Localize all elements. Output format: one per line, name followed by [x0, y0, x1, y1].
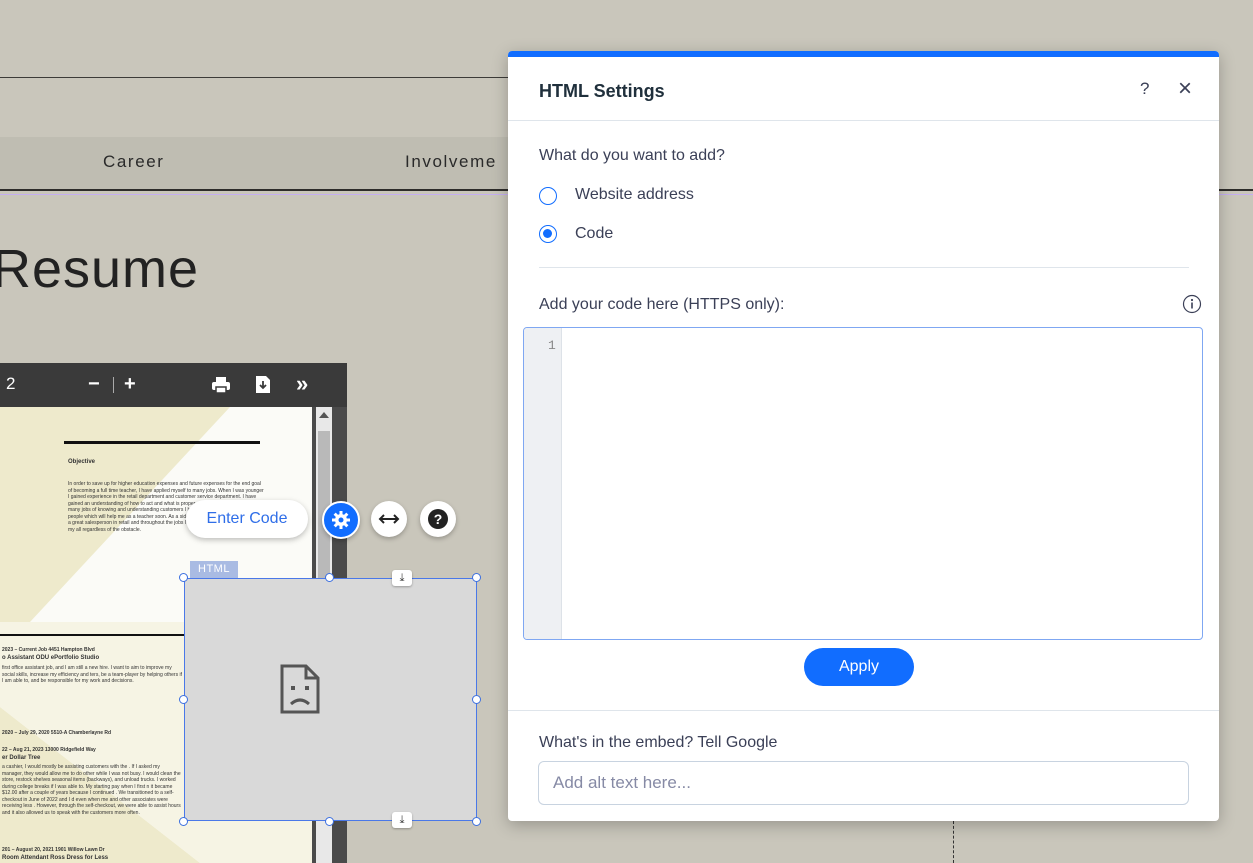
- resize-handle-left[interactable]: [179, 695, 188, 704]
- job-title: Room Attendant Ross Dress for Less: [2, 855, 109, 861]
- html-embed-element[interactable]: [184, 578, 477, 821]
- help-icon[interactable]: ?: [1140, 79, 1149, 99]
- job-text: a cashier, I would mostly be assisting c…: [2, 764, 181, 816]
- enter-code-button[interactable]: Enter Code: [186, 500, 308, 538]
- job-dates: 201 – August 20, 2021 1901 Willow Lawn D…: [2, 847, 105, 853]
- resize-handle-bottom-left[interactable]: [179, 817, 188, 826]
- apply-button[interactable]: Apply: [804, 648, 914, 686]
- job-dates: 22 – Aug 21, 2023 13000 Ridgefield Way: [2, 747, 96, 753]
- page-title: Resume: [0, 239, 200, 299]
- stretch-button[interactable]: [371, 501, 407, 537]
- pdf-toolbar: 2 − + »: [0, 363, 347, 407]
- add-type-question: What do you want to add?: [539, 147, 725, 164]
- print-icon[interactable]: [211, 376, 231, 399]
- page-number: 2: [6, 374, 16, 393]
- download-icon[interactable]: [255, 375, 271, 399]
- header-divider: [0, 77, 508, 78]
- job-dates: 2023 – Current Job 4451 Hampton Blvd: [2, 647, 95, 653]
- close-icon[interactable]: ×: [1178, 75, 1192, 103]
- help-button[interactable]: ?: [420, 501, 456, 537]
- alt-text-input[interactable]: [538, 761, 1189, 805]
- alt-text-label: What's in the embed? Tell Google: [539, 734, 778, 751]
- resize-handle-bottom-right[interactable]: [472, 817, 481, 826]
- line-number: 1: [548, 338, 556, 353]
- job-dates: 2020 – July 29, 2020 5510-A Chamberlayne…: [2, 730, 112, 736]
- resize-handle-top-right[interactable]: [472, 573, 481, 582]
- horizontal-arrows-icon: [378, 514, 400, 524]
- svg-text:?: ?: [434, 511, 443, 527]
- header-divider: [508, 120, 1219, 121]
- toolbar-divider: [113, 377, 114, 393]
- objective-heading: Objective: [68, 459, 96, 465]
- dialog-title: HTML Settings: [539, 81, 665, 101]
- job-title: o Assistant ODU ePortfolio Studio: [2, 655, 100, 661]
- resize-handle-bottom[interactable]: [325, 817, 334, 826]
- code-editor[interactable]: 1: [523, 327, 1203, 640]
- nav-item-career[interactable]: Career: [103, 152, 165, 172]
- zoom-in-button[interactable]: +: [124, 373, 136, 396]
- nav-item-involvement[interactable]: Involveme: [405, 152, 497, 172]
- zoom-out-button[interactable]: −: [88, 373, 100, 396]
- settings-button[interactable]: [322, 501, 360, 539]
- guide-line: [953, 821, 954, 863]
- gear-icon: [332, 511, 350, 529]
- more-tools-button[interactable]: »: [296, 371, 308, 397]
- resize-handle-right[interactable]: [472, 695, 481, 704]
- options-divider: [539, 267, 1189, 268]
- broken-document-icon: [280, 664, 320, 714]
- job-title: er Dollar Tree: [2, 755, 41, 761]
- html-element-tag: HTML: [190, 561, 238, 578]
- html-settings-dialog: HTML Settings ? × What do you want to ad…: [508, 51, 1219, 821]
- resize-handle-top-left[interactable]: [179, 573, 188, 582]
- code-label: Add your code here (HTTPS only):: [539, 296, 785, 313]
- anchor-top-icon[interactable]: ⤓: [392, 570, 412, 586]
- radio-code[interactable]: [539, 225, 557, 243]
- job-text: first office assistant job, and I am sti…: [2, 665, 182, 684]
- option-label-code[interactable]: Code: [575, 225, 613, 243]
- option-label-website-address[interactable]: Website address: [575, 186, 694, 204]
- footer-divider: [508, 710, 1219, 711]
- anchor-bottom-icon[interactable]: ⤓: [392, 812, 412, 828]
- radio-website-address[interactable]: [539, 187, 557, 205]
- question-icon: ?: [428, 509, 448, 529]
- resize-handle-top[interactable]: [325, 573, 334, 582]
- info-icon[interactable]: [1182, 294, 1202, 314]
- page-rule: [64, 441, 260, 444]
- dialog-accent-bar: [508, 51, 1219, 57]
- line-number-gutter: 1: [524, 328, 562, 639]
- scroll-up-icon[interactable]: [319, 412, 329, 418]
